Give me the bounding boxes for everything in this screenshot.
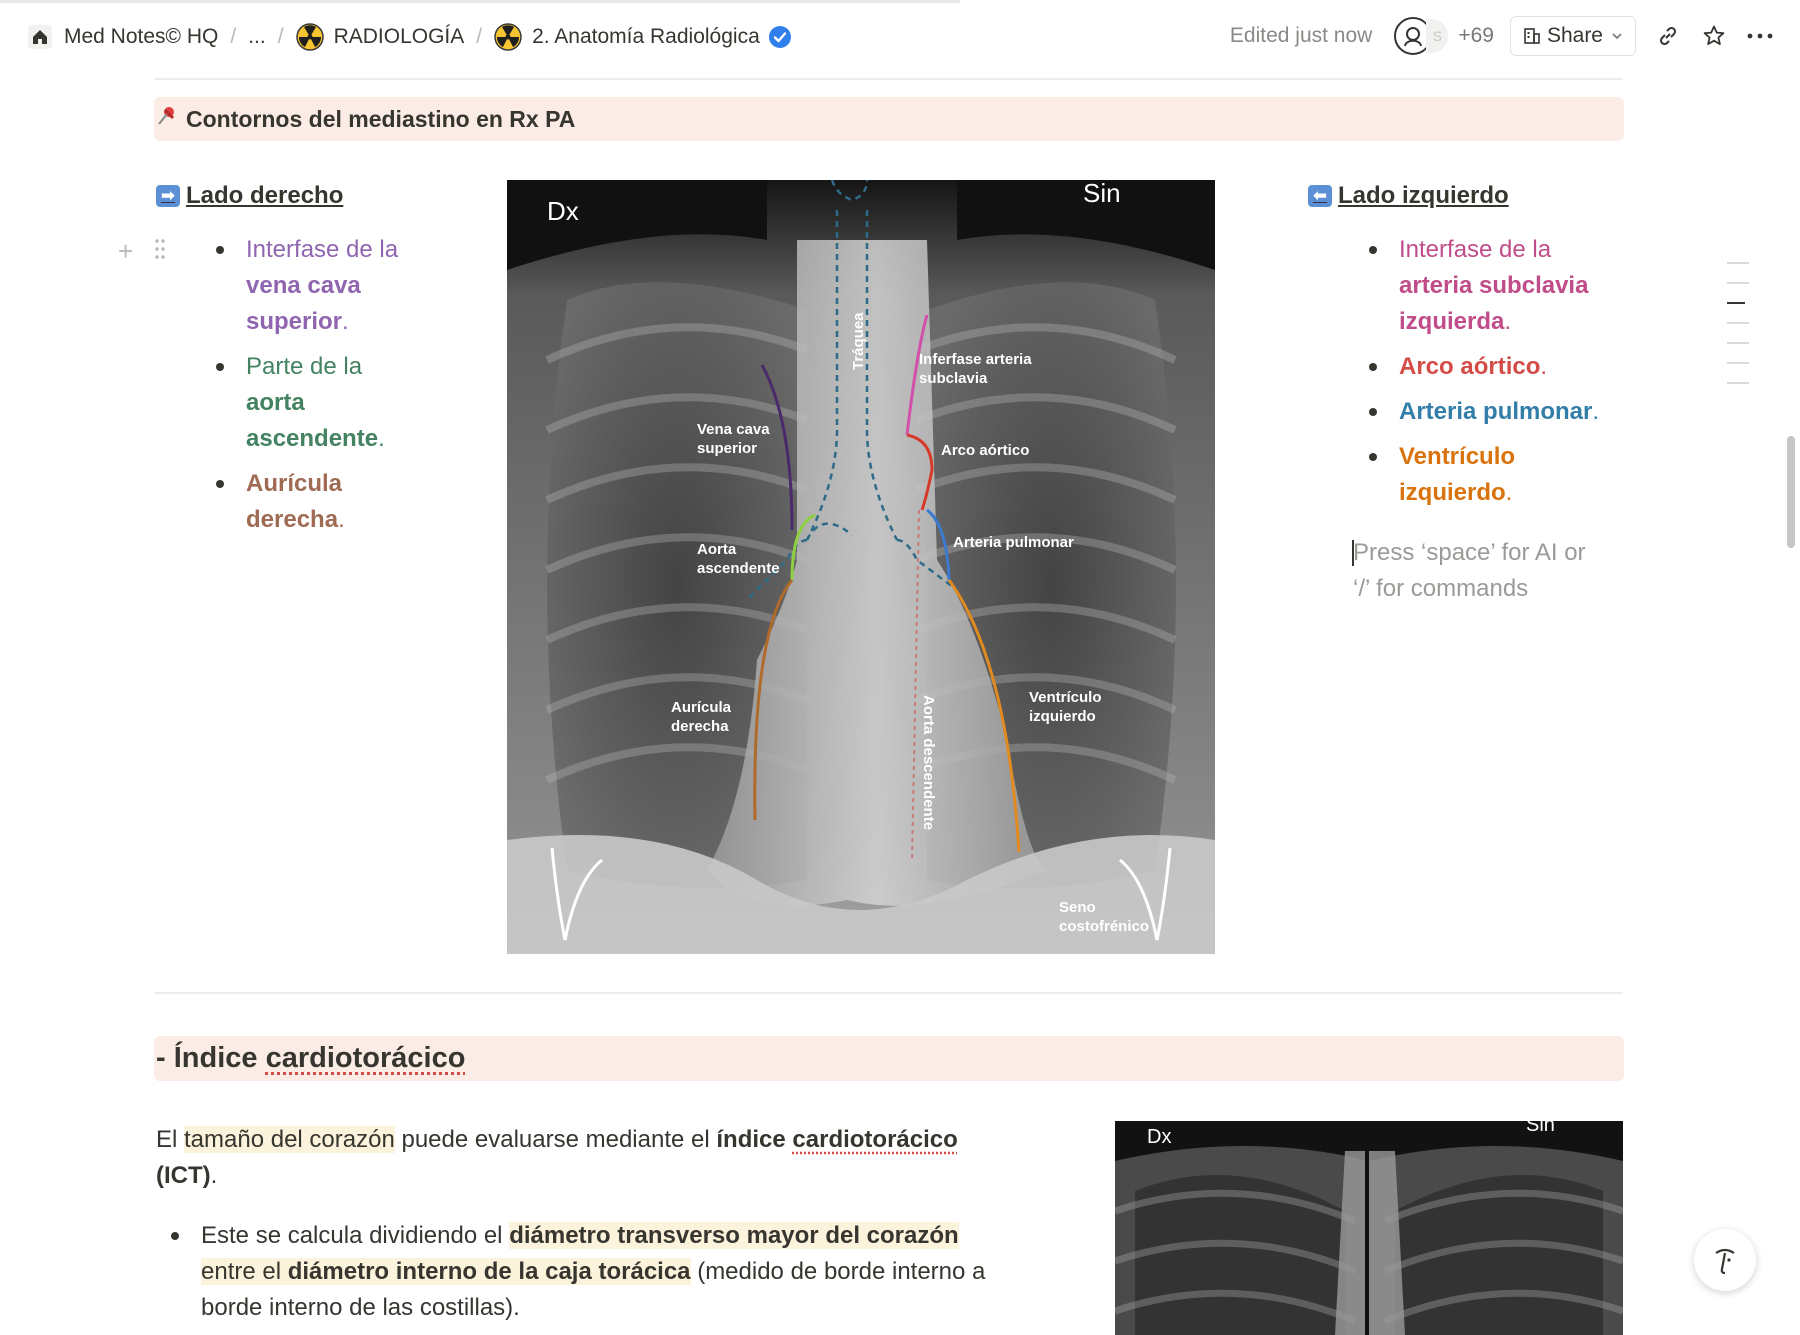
xray-label-aorta-ascendente: Aorta ascendente bbox=[697, 541, 780, 577]
list-item[interactable]: Interfase de la arteria subclavia izquie… bbox=[1369, 232, 1629, 340]
home-icon bbox=[26, 23, 54, 51]
callout-ict[interactable]: - Índice cardiotorácico bbox=[154, 1036, 1624, 1081]
collaborators-count[interactable]: +69 bbox=[1458, 24, 1494, 48]
xray-label-sin: Sin bbox=[1083, 180, 1121, 208]
list-item[interactable]: Interfase de la vena cava superior. bbox=[216, 232, 426, 340]
chest-xray-image[interactable]: Dx Sin Tráquea Inferfase arteria subclav… bbox=[507, 180, 1215, 954]
scrollbar-thumb[interactable] bbox=[1787, 436, 1795, 548]
radiation-icon bbox=[295, 23, 324, 51]
pushpin-icon bbox=[156, 105, 178, 133]
verified-icon bbox=[768, 25, 792, 49]
breadcrumb-section-label: RADIOLOGÍA bbox=[333, 25, 465, 48]
divider bbox=[155, 992, 1623, 994]
ai-assistant-button[interactable] bbox=[1694, 1229, 1756, 1291]
breadcrumb-separator: / bbox=[277, 25, 284, 48]
xray-label-vena-cava: Vena cava superior bbox=[697, 421, 770, 457]
table-of-contents-rail[interactable] bbox=[1727, 262, 1749, 402]
xray-label-ventriculo: Ventrículo izquierdo bbox=[1029, 689, 1102, 725]
star-icon[interactable] bbox=[1700, 22, 1728, 50]
top-bar-actions: Edited just now S +69 Share bbox=[1230, 16, 1774, 56]
toc-line[interactable] bbox=[1727, 262, 1749, 264]
toc-line[interactable] bbox=[1727, 282, 1749, 284]
edited-status: Edited just now bbox=[1229, 24, 1373, 47]
xray-label-aorta-descendente: Aorta descendente bbox=[920, 695, 937, 830]
heading-text: Lado izquierdo bbox=[1338, 182, 1509, 209]
chest-xray-ict-figure: Dx Sin bbox=[1115, 1121, 1623, 1335]
xray-label-arteria-pulmonar: Arteria pulmonar bbox=[953, 534, 1074, 551]
building-icon bbox=[1523, 27, 1541, 45]
xray-label-dx: Dx bbox=[547, 196, 579, 226]
toc-line[interactable] bbox=[1727, 362, 1749, 364]
toc-line[interactable] bbox=[1727, 322, 1749, 324]
breadcrumb-ellipsis[interactable]: ... bbox=[248, 25, 266, 49]
heading-lado-izquierdo: ⬅ Lado izquierdo bbox=[1308, 182, 1509, 210]
arrow-left-icon: ⬅ bbox=[1308, 185, 1332, 207]
top-border bbox=[0, 0, 960, 3]
more-options-icon[interactable] bbox=[1746, 22, 1774, 50]
list-right-side: Interfase de la vena cava superior. Part… bbox=[216, 232, 426, 547]
list-item[interactable]: Arco aórtico. bbox=[1369, 349, 1629, 385]
list-item[interactable]: Ventrículo izquierdo. bbox=[1369, 439, 1629, 511]
breadcrumb-page[interactable]: 2. Anatomía Radiológica bbox=[494, 23, 792, 51]
xray-label-interfase-subclavia: Inferfase arteria subclavia bbox=[919, 351, 1032, 387]
divider bbox=[155, 78, 1623, 80]
list-item[interactable]: Parte de la aorta ascendente. bbox=[216, 349, 426, 457]
xray-label-arco-aortico: Arco aórtico bbox=[941, 442, 1030, 459]
xray2-label-sin: Sin bbox=[1526, 1121, 1555, 1136]
empty-block-placeholder[interactable]: Press ‘space’ for AI or ‘/’ for commands bbox=[1353, 535, 1603, 607]
breadcrumb-section[interactable]: RADIOLOGÍA bbox=[295, 23, 465, 51]
toc-line[interactable] bbox=[1727, 382, 1749, 384]
breadcrumb-page-label: 2. Anatomía Radiológica bbox=[532, 25, 760, 48]
radiation-icon bbox=[494, 23, 522, 51]
top-bar: Med Notes© HQ / ... / RADIOLOGÍA / 2. An… bbox=[0, 0, 1800, 72]
callout-title: Contornos del mediastino en Rx PA bbox=[186, 106, 576, 132]
breadcrumb: Med Notes© HQ / ... / RADIOLOGÍA / 2. An… bbox=[26, 18, 792, 56]
heading-lado-derecho: ➡ Lado derecho bbox=[156, 182, 343, 210]
arrow-right-icon: ➡ bbox=[156, 185, 180, 207]
avatar-secondary[interactable]: S bbox=[1426, 19, 1449, 53]
toc-line-active[interactable] bbox=[1727, 302, 1745, 304]
list-left-side: Interfase de la arteria subclavia izquie… bbox=[1369, 232, 1629, 520]
link-icon[interactable] bbox=[1654, 22, 1682, 50]
add-block-icon[interactable]: + bbox=[118, 236, 133, 267]
list-item[interactable]: Arteria pulmonar. bbox=[1369, 394, 1629, 430]
avatar-face-icon bbox=[1404, 27, 1423, 47]
chevron-down-icon bbox=[1611, 30, 1623, 42]
callout-title: - Índice cardiotorácico bbox=[156, 1042, 466, 1074]
xray-label-seno: Seno costofrénico bbox=[1059, 899, 1150, 935]
breadcrumb-separator: / bbox=[476, 25, 483, 48]
share-button[interactable]: Share bbox=[1509, 16, 1636, 56]
xray2-label-dx: Dx bbox=[1147, 1126, 1171, 1148]
drag-handle-icon[interactable] bbox=[154, 238, 166, 260]
breadcrumb-separator: / bbox=[230, 25, 237, 48]
callout-mediastinum[interactable]: Contornos del mediastino en Rx PA bbox=[154, 97, 1624, 141]
heading-text: Lado derecho bbox=[186, 182, 344, 209]
chest-xray-figure: Dx Sin Tráquea Inferfase arteria subclav… bbox=[507, 180, 1215, 954]
breadcrumb-workspace[interactable]: Med Notes© HQ bbox=[26, 23, 218, 51]
ict-paragraph[interactable]: El tamaño del corazón puede evaluarse me… bbox=[156, 1122, 1016, 1194]
list-item[interactable]: Aurícula derecha. bbox=[216, 466, 426, 538]
xray-label-traquea: Tráquea bbox=[850, 312, 867, 370]
chest-xray-ict-image[interactable]: Dx Sin bbox=[1115, 1121, 1623, 1335]
xray-label-auricula: Aurícula derecha bbox=[671, 699, 732, 735]
list-item[interactable]: Este se calcula dividiendo el diámetro t… bbox=[171, 1218, 1041, 1326]
ai-face-icon bbox=[1715, 1248, 1735, 1275]
breadcrumb-workspace-label: Med Notes© HQ bbox=[64, 25, 219, 48]
share-label: Share bbox=[1546, 24, 1603, 47]
toc-line[interactable] bbox=[1727, 342, 1749, 344]
